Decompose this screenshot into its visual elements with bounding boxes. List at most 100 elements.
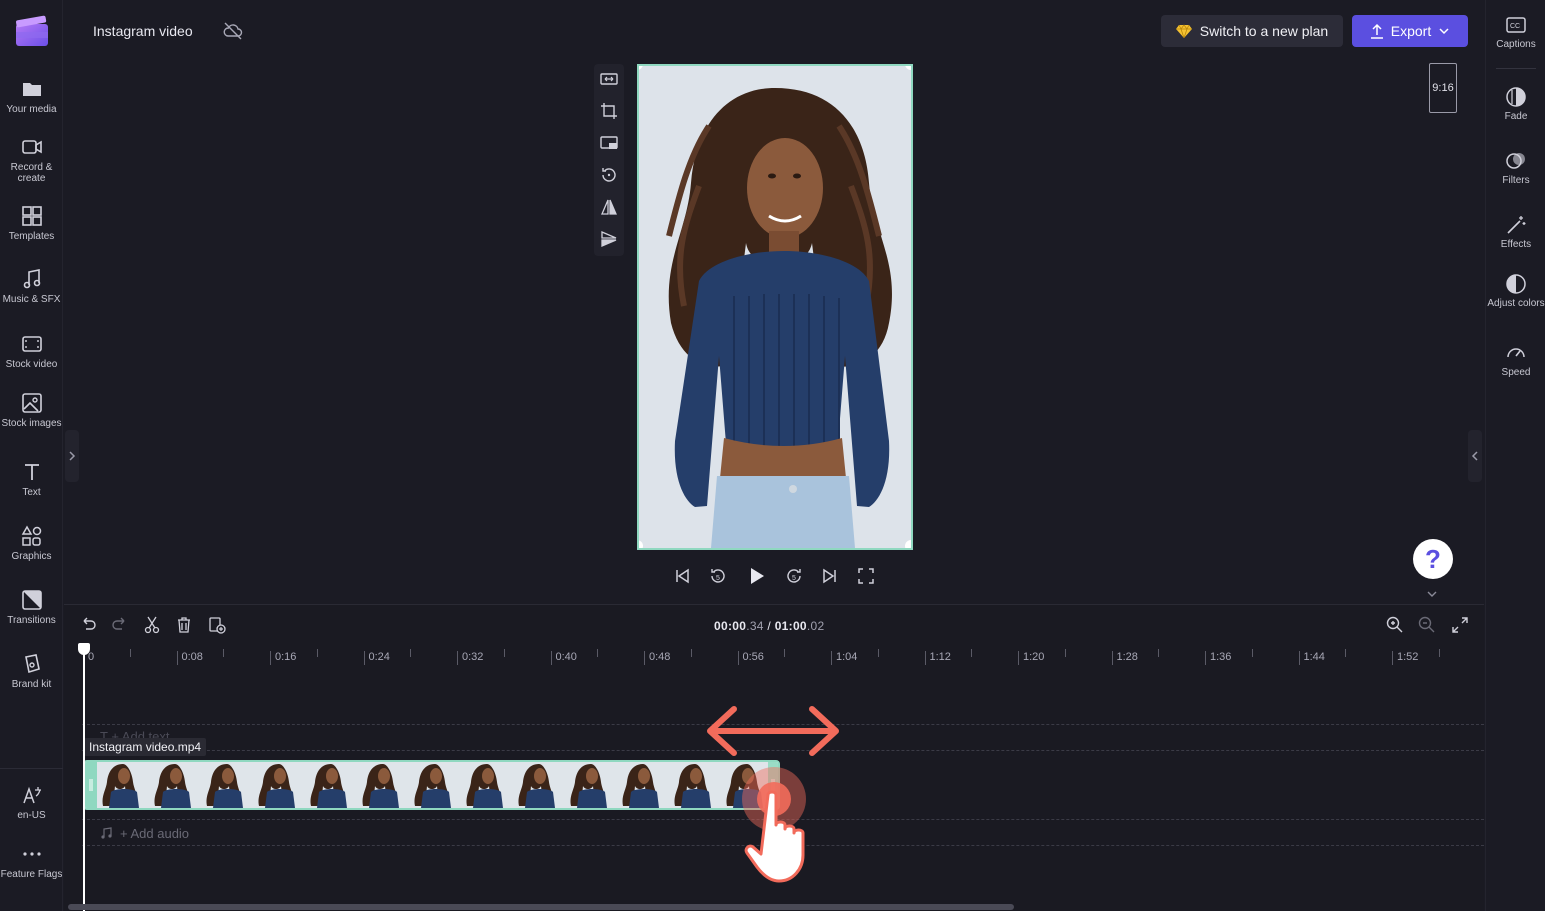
- duplicate-icon[interactable]: [207, 615, 227, 635]
- sidebar-divider: [0, 768, 63, 769]
- forward-5-icon[interactable]: 5: [784, 566, 804, 586]
- grip-icon: [89, 779, 93, 791]
- current-time-frac: .34: [746, 619, 764, 633]
- clip-trim-handle-left[interactable]: [85, 762, 97, 808]
- expand-left-panel[interactable]: [65, 430, 79, 482]
- nav-speed[interactable]: Speed: [1486, 342, 1545, 378]
- clip-thumbnails: [85, 762, 778, 808]
- timeline-ruler[interactable]: 0 0:08 0:16 0:24 0:32 0:40 0:48 0:56 1:04 1:12 1:2…: [64, 645, 1484, 675]
- fullscreen-icon[interactable]: [856, 566, 876, 586]
- nav-label: Captions: [1496, 39, 1536, 50]
- nav-templates[interactable]: Templates: [0, 205, 63, 242]
- ruler-tick-label: 1:20: [1018, 651, 1044, 665]
- nav-filters[interactable]: Filters: [1486, 150, 1545, 186]
- nav-effects[interactable]: Effects: [1486, 214, 1545, 250]
- nav-captions[interactable]: CC Captions: [1486, 14, 1545, 50]
- ruler-tick-label: 0:16: [270, 651, 296, 665]
- help-button[interactable]: ?: [1413, 539, 1453, 579]
- timeline-scrollbar[interactable]: [68, 904, 1014, 910]
- ruler-tick-label: 1:52: [1392, 651, 1418, 665]
- ruler-tick-label: 0:48: [644, 651, 670, 665]
- nav-label: Your media: [6, 104, 57, 115]
- fade-icon: [1506, 87, 1526, 107]
- collapse-right-panel[interactable]: [1468, 430, 1482, 482]
- chevron-down-icon[interactable]: [1426, 590, 1438, 598]
- effects-icon: [1507, 216, 1526, 234]
- chevron-left-icon: [1471, 451, 1478, 461]
- ruler-tick-label: 1:36: [1205, 651, 1231, 665]
- nav-label: en-US: [17, 810, 46, 821]
- ruler-minor-tick: [1158, 649, 1160, 657]
- nav-language[interactable]: en-US: [0, 784, 63, 821]
- sidebar-divider: [1496, 68, 1536, 69]
- flip-vertical-icon[interactable]: [599, 229, 619, 249]
- nav-label: Stock images: [1, 418, 62, 429]
- export-button[interactable]: Export: [1352, 15, 1468, 47]
- nav-adjust-colors[interactable]: Adjust colors: [1486, 273, 1545, 309]
- transitions-icon: [21, 590, 42, 610]
- clipchamp-editor: Your media Record & create Templates Mus…: [0, 0, 1545, 911]
- folder-icon: [22, 83, 41, 96]
- video-camera-icon: [21, 140, 42, 154]
- zoom-in-icon[interactable]: [1385, 615, 1405, 635]
- ruler-tick-label: 1:04: [831, 651, 857, 665]
- ruler-tick-label: 1:12: [924, 651, 951, 665]
- skip-to-end-icon[interactable]: [820, 566, 840, 586]
- ruler-minor-tick: [223, 649, 225, 657]
- nav-graphics[interactable]: Graphics: [0, 525, 63, 562]
- nav-label: Graphics: [11, 551, 52, 562]
- fit-timeline-icon[interactable]: [1450, 615, 1470, 635]
- nav-label: Record & create: [10, 162, 53, 184]
- nav-text[interactable]: Text: [0, 461, 63, 498]
- switch-plan-button[interactable]: Switch to a new plan: [1161, 15, 1343, 47]
- undo-icon[interactable]: [78, 615, 98, 635]
- nav-label: Text: [22, 487, 41, 498]
- playback-controls: 5 5: [670, 564, 880, 588]
- nav-record-create[interactable]: Record & create: [0, 136, 63, 184]
- rewind-5-icon[interactable]: 5: [708, 566, 728, 586]
- ruler-tick-label: 1:44: [1298, 651, 1325, 665]
- playhead[interactable]: [83, 647, 85, 911]
- split-icon[interactable]: [142, 615, 162, 635]
- ruler-minor-tick: [690, 649, 692, 657]
- rotate-icon[interactable]: [599, 165, 619, 185]
- playhead-handle[interactable]: [78, 643, 90, 655]
- cloud-offline-icon: [223, 22, 243, 40]
- flip-horizontal-icon[interactable]: [599, 197, 619, 217]
- nav-brand-kit[interactable]: Brand kit: [0, 653, 63, 690]
- switch-plan-label: Switch to a new plan: [1199, 23, 1329, 39]
- aspect-ratio-button[interactable]: 9:16: [1429, 63, 1457, 113]
- ruler-minor-tick: [316, 649, 318, 657]
- delete-icon[interactable]: [174, 615, 194, 635]
- resize-handle-bottom-right[interactable]: [905, 540, 911, 548]
- nav-stock-video[interactable]: Stock video: [0, 333, 63, 370]
- nav-music-sfx[interactable]: Music & SFX: [0, 268, 63, 305]
- crop-icon[interactable]: [599, 101, 619, 121]
- app-logo[interactable]: [14, 14, 50, 48]
- fit-icon[interactable]: [599, 69, 619, 89]
- nav-label: Effects: [1500, 239, 1532, 250]
- nav-feature-flags[interactable]: Feature Flags: [0, 843, 63, 880]
- preview-toolbar: [594, 64, 624, 256]
- ruler-tick-label: 0:24: [363, 651, 390, 665]
- nav-label: Fade: [1504, 111, 1528, 122]
- nav-fade[interactable]: Fade: [1486, 86, 1545, 122]
- ruler-tick-label: 0:08: [176, 651, 203, 665]
- add-audio-button[interactable]: + Add audio: [100, 826, 189, 841]
- video-clip[interactable]: [83, 760, 780, 810]
- nav-label: Stock video: [5, 359, 58, 370]
- redo-icon[interactable]: [110, 615, 130, 635]
- nav-stock-images[interactable]: Stock images: [0, 392, 63, 429]
- nav-transitions[interactable]: Transitions: [0, 589, 63, 626]
- skip-to-start-icon[interactable]: [672, 566, 692, 586]
- nav-your-media[interactable]: Your media: [0, 78, 63, 115]
- ruler-minor-tick: [1064, 649, 1066, 657]
- play-icon[interactable]: [746, 566, 766, 586]
- project-title[interactable]: Instagram video: [93, 23, 193, 39]
- video-preview[interactable]: [637, 64, 913, 550]
- zoom-out-icon[interactable]: [1417, 615, 1437, 635]
- picture-in-picture-icon[interactable]: [599, 133, 619, 153]
- pointer-hand-icon: [742, 767, 806, 883]
- ruler-minor-tick: [971, 649, 973, 657]
- left-sidebar: Your media Record & create Templates Mus…: [0, 0, 63, 911]
